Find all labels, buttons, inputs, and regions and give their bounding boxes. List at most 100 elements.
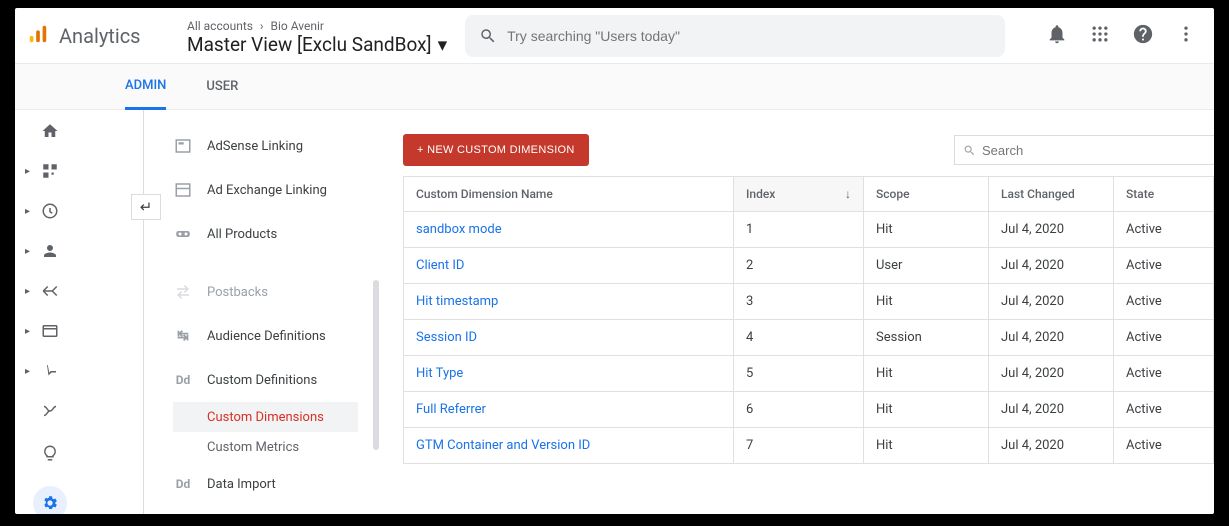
- cell-state: Active: [1114, 320, 1214, 356]
- sidebar-item-custom-definitions[interactable]: Dd Custom Definitions: [173, 358, 381, 402]
- rail-behavior[interactable]: [15, 322, 85, 340]
- th-last-changed[interactable]: Last Changed: [989, 177, 1114, 212]
- apps-icon[interactable]: [1090, 24, 1110, 48]
- cell-index: 5: [734, 356, 864, 392]
- sidebar-item-audience-definitions[interactable]: ↹ Audience Definitions: [173, 314, 381, 358]
- breadcrumb-level1: All accounts: [187, 19, 253, 33]
- header-actions: [1046, 23, 1202, 49]
- table-row: Client ID2UserJul 4, 2020Active: [404, 248, 1214, 284]
- adsense-icon: [173, 136, 193, 156]
- rail-discover-icon[interactable]: [41, 444, 59, 466]
- more-vert-icon[interactable]: [1176, 24, 1196, 48]
- th-index[interactable]: Index↓: [734, 177, 864, 212]
- cell-name[interactable]: Hit timestamp: [404, 284, 734, 320]
- global-search-input[interactable]: [507, 28, 991, 44]
- cell-name[interactable]: sandbox mode: [404, 212, 734, 248]
- cell-index: 4: [734, 320, 864, 356]
- search-icon: [963, 144, 976, 157]
- table-search[interactable]: [954, 135, 1214, 165]
- cell-index: 1: [734, 212, 864, 248]
- cell-last-changed: Jul 4, 2020: [989, 248, 1114, 284]
- tab-admin[interactable]: ADMIN: [125, 64, 166, 110]
- search-icon: [479, 27, 497, 45]
- table-row: Hit timestamp3HitJul 4, 2020Active: [404, 284, 1214, 320]
- cell-name[interactable]: Full Referrer: [404, 392, 734, 428]
- cell-name[interactable]: Session ID: [404, 320, 734, 356]
- sidebar-item-adsense-linking[interactable]: AdSense Linking: [173, 124, 381, 168]
- postbacks-icon: [173, 282, 193, 302]
- cell-index: 6: [734, 392, 864, 428]
- help-icon[interactable]: [1132, 23, 1154, 49]
- cell-scope: Hit: [864, 392, 989, 428]
- notifications-icon[interactable]: [1046, 23, 1068, 49]
- cell-scope: Hit: [864, 356, 989, 392]
- sidebar-divider: [143, 110, 144, 514]
- body: ↵ AdSense Linking Ad Exchange Linking Al…: [15, 110, 1214, 514]
- back-button[interactable]: ↵: [131, 194, 161, 220]
- sidebar-item-label: Audience Definitions: [207, 329, 326, 344]
- table-body: sandbox mode1HitJul 4, 2020ActiveClient …: [404, 212, 1214, 464]
- cell-last-changed: Jul 4, 2020: [989, 428, 1114, 464]
- table-row: Session ID4SessionJul 4, 2020Active: [404, 320, 1214, 356]
- rail-admin-gear[interactable]: [33, 486, 67, 514]
- nav-rail: [15, 110, 85, 514]
- sidebar-item-label: All Products: [207, 227, 277, 242]
- app-frame: Analytics All accounts › Bio Avenir Mast…: [15, 8, 1214, 514]
- cell-last-changed: Jul 4, 2020: [989, 320, 1114, 356]
- data-import-icon: Dd: [173, 474, 193, 494]
- table-search-input[interactable]: [982, 143, 1206, 158]
- cell-name[interactable]: GTM Container and Version ID: [404, 428, 734, 464]
- sidebar-sub-custom-metrics[interactable]: Custom Metrics: [173, 432, 358, 462]
- custom-dimensions-table: Custom Dimension Name Index↓ Scope Last …: [403, 176, 1214, 464]
- breadcrumb-level2: Bio Avenir: [271, 19, 324, 33]
- new-custom-dimension-button[interactable]: + NEW CUSTOM DIMENSION: [403, 134, 589, 166]
- cell-scope: Hit: [864, 212, 989, 248]
- sidebar-item-label: Data Import: [207, 477, 276, 492]
- rail-acquisition[interactable]: [15, 282, 85, 300]
- rail-audience[interactable]: [15, 242, 85, 260]
- sidebar-item-data-import[interactable]: Dd Data Import: [173, 462, 381, 506]
- sidebar-sub-custom-dimensions[interactable]: Custom Dimensions: [173, 402, 358, 432]
- ad-exchange-icon: [173, 180, 193, 200]
- custom-def-icon: Dd: [173, 370, 193, 390]
- search-wrap: [465, 15, 1034, 57]
- sidebar-item-label: AdSense Linking: [207, 139, 303, 154]
- cell-scope: Hit: [864, 284, 989, 320]
- view-name-text: Master View [Exclu SandBox]: [187, 33, 432, 56]
- sidebar-item-label: Custom Definitions: [207, 373, 317, 388]
- table-row: GTM Container and Version ID7HitJul 4, 2…: [404, 428, 1214, 464]
- rail-realtime[interactable]: [15, 202, 85, 220]
- admin-tabs: ADMIN USER: [15, 64, 1214, 110]
- table-header-row: Custom Dimension Name Index↓ Scope Last …: [404, 177, 1214, 212]
- view-selector[interactable]: All accounts › Bio Avenir Master View [E…: [187, 15, 447, 56]
- rail-attribution-icon[interactable]: [41, 402, 59, 424]
- cell-scope: Session: [864, 320, 989, 356]
- th-name[interactable]: Custom Dimension Name: [404, 177, 734, 212]
- table-row: Full Referrer6HitJul 4, 2020Active: [404, 392, 1214, 428]
- table-row: sandbox mode1HitJul 4, 2020Active: [404, 212, 1214, 248]
- cell-name[interactable]: Client ID: [404, 248, 734, 284]
- rail-home[interactable]: [15, 122, 85, 140]
- th-state[interactable]: State: [1114, 177, 1214, 212]
- admin-sidebar: ↵ AdSense Linking Ad Exchange Linking Al…: [85, 110, 385, 514]
- sidebar-item-ad-exchange-linking[interactable]: Ad Exchange Linking: [173, 168, 381, 212]
- scrollbar[interactable]: [373, 280, 379, 450]
- global-search[interactable]: [465, 15, 1005, 57]
- rail-customization[interactable]: [15, 162, 85, 180]
- cell-index: 2: [734, 248, 864, 284]
- rail-conversions[interactable]: [15, 362, 85, 380]
- view-name-dropdown[interactable]: Master View [Exclu SandBox] ▾: [187, 33, 447, 56]
- cell-index: 7: [734, 428, 864, 464]
- cell-scope: User: [864, 248, 989, 284]
- cell-state: Active: [1114, 248, 1214, 284]
- all-products-icon: [173, 224, 193, 244]
- sidebar-item-all-products[interactable]: All Products: [173, 212, 381, 256]
- sidebar-item-label: Ad Exchange Linking: [207, 183, 327, 198]
- tab-user[interactable]: USER: [206, 64, 238, 110]
- cell-name[interactable]: Hit Type: [404, 356, 734, 392]
- sidebar-item-postbacks[interactable]: Postbacks: [173, 270, 381, 314]
- brand-block[interactable]: Analytics: [27, 23, 177, 49]
- ga-logo-icon: [27, 23, 49, 49]
- th-scope[interactable]: Scope: [864, 177, 989, 212]
- table-toolbar: + NEW CUSTOM DIMENSION: [403, 134, 1214, 166]
